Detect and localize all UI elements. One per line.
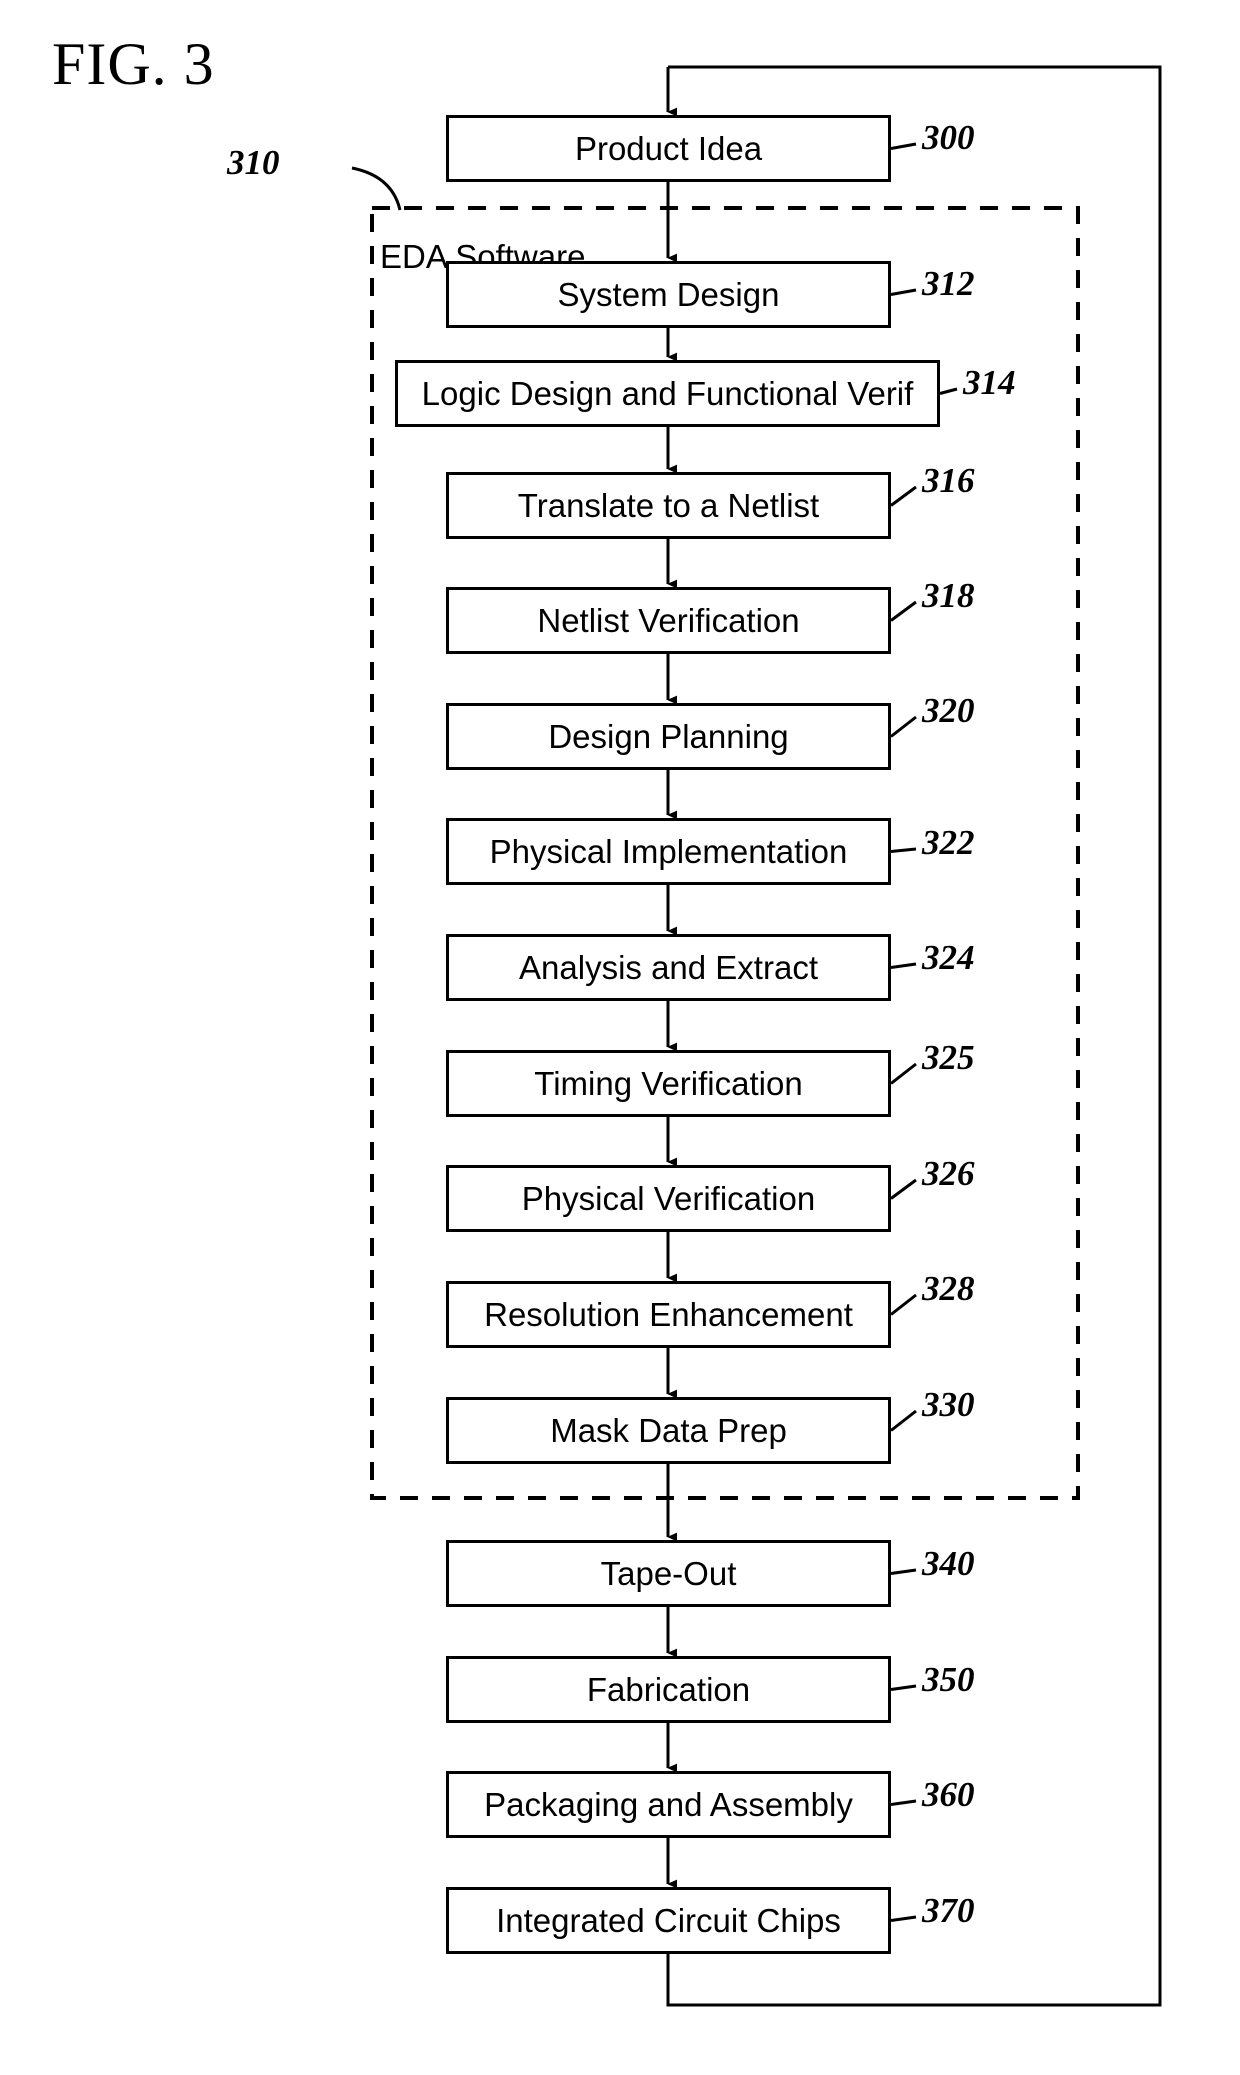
reference-number-322: 322	[922, 823, 975, 862]
flow-node-label: Packaging and Assembly	[484, 1786, 853, 1823]
reference-number-320: 320	[922, 691, 975, 730]
reference-number-316: 316	[922, 461, 975, 500]
flow-node-label: Netlist Verification	[537, 602, 800, 639]
reference-leader-340	[890, 1568, 917, 1575]
flow-node: Physical Implementation	[446, 818, 891, 885]
reference-number-326: 326	[922, 1154, 975, 1193]
reference-number-340: 340	[922, 1544, 975, 1583]
flow-node-label: Translate to a Netlist	[517, 487, 820, 524]
reference-number-310: 310	[227, 143, 280, 182]
reference-number-314: 314	[963, 363, 1016, 402]
flow-node-label: Physical Verification	[521, 1180, 816, 1217]
flow-node-label: Resolution Enhancement	[484, 1296, 853, 1333]
reference-leader-314	[939, 387, 958, 395]
flow-node: Netlist Verification	[446, 587, 891, 654]
reference-leader-326	[890, 1178, 917, 1200]
flow-node: Resolution Enhancement	[446, 1281, 891, 1348]
reference-leader-360	[890, 1799, 917, 1806]
flow-node-label: Mask Data Prep	[550, 1412, 787, 1449]
flow-node-label: Product Idea	[574, 130, 763, 167]
flow-node: Packaging and Assembly	[446, 1771, 891, 1838]
reference-number-318: 318	[922, 576, 975, 615]
flow-node-label: Fabrication	[586, 1671, 751, 1708]
reference-leader-324	[890, 962, 917, 969]
flow-node-label: Logic Design and Functional Verif	[421, 375, 914, 412]
flow-node: Design Planning	[446, 703, 891, 770]
reference-number-312: 312	[922, 264, 975, 303]
reference-leader-350	[890, 1684, 917, 1691]
reference-leader-325	[890, 1062, 917, 1085]
flow-node-label: Tape-Out	[600, 1555, 737, 1592]
reference-leader-316	[890, 485, 917, 507]
flow-node: Translate to a Netlist	[446, 472, 891, 539]
reference-number-328: 328	[922, 1269, 975, 1308]
flow-node: Product Idea	[446, 115, 891, 182]
reference-leader-312	[890, 288, 917, 296]
flow-node-label: Design Planning	[548, 718, 789, 755]
figure-title: FIG. 3	[52, 31, 215, 97]
flow-node: Physical Verification	[446, 1165, 891, 1232]
flow-node-label: Timing Verification	[534, 1065, 803, 1102]
flow-node: Analysis and Extract	[446, 934, 891, 1001]
flow-node: Tape-Out	[446, 1540, 891, 1607]
reference-leader-322	[890, 847, 917, 853]
reference-leader-300	[890, 142, 917, 150]
reference-leader-328	[890, 1293, 917, 1316]
reference-leader-330	[890, 1409, 917, 1432]
flow-node-label: System Design	[557, 276, 780, 313]
flow-node: System Design	[446, 261, 891, 328]
flow-node-label: Integrated Circuit Chips	[496, 1902, 841, 1939]
reference-number-350: 350	[922, 1660, 975, 1699]
reference-leader-320	[890, 715, 917, 738]
reference-number-324: 324	[922, 938, 975, 977]
reference-number-370: 370	[922, 1891, 975, 1930]
reference-number-330: 330	[922, 1385, 975, 1424]
flow-node-label: Analysis and Extract	[519, 949, 818, 986]
flow-node: Integrated Circuit Chips	[446, 1887, 891, 1954]
reference-number-300: 300	[922, 118, 975, 157]
flow-node: Timing Verification	[446, 1050, 891, 1117]
flow-node: Mask Data Prep	[446, 1397, 891, 1464]
ref-310-leader	[351, 166, 402, 211]
reference-number-325: 325	[922, 1038, 975, 1077]
reference-number-360: 360	[922, 1775, 975, 1814]
reference-leader-318	[890, 600, 917, 622]
flow-node-label: Physical Implementation	[489, 833, 848, 870]
reference-leader-370	[890, 1915, 917, 1922]
flow-node: Fabrication	[446, 1656, 891, 1723]
patent-figure: FIG. 3 EDA Software 310 Product Idea 300 S…	[0, 0, 1240, 2075]
flow-node: Logic Design and Functional Verif	[395, 360, 940, 427]
